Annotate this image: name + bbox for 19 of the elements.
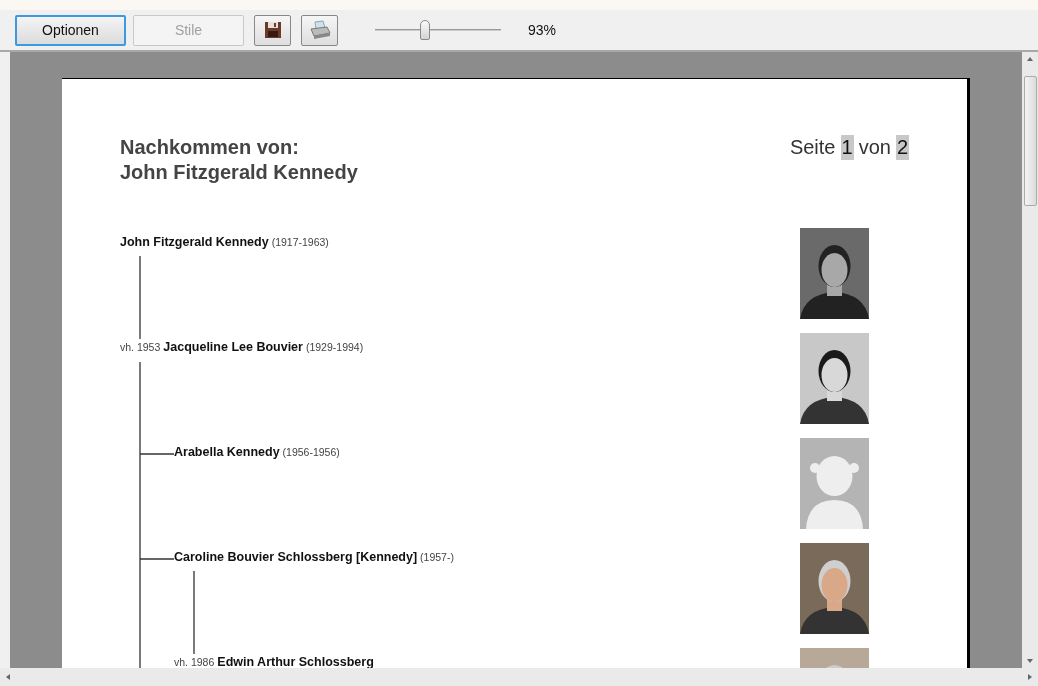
person-name: Edwin Arthur Schlossberg bbox=[217, 655, 374, 668]
person-name: John Fitzgerald Kennedy bbox=[120, 235, 269, 249]
page-label: Seite bbox=[789, 135, 836, 160]
marriage-date: vh. 1986 bbox=[174, 656, 215, 668]
page-title: Nachkommen von: bbox=[120, 135, 300, 160]
options-button[interactable]: Optionen bbox=[15, 14, 126, 46]
marriage-date: vh. 1953 bbox=[120, 341, 161, 353]
life-dates: (1956-1956) bbox=[282, 446, 340, 458]
person-name: Arabella Kennedy bbox=[174, 445, 280, 459]
life-dates: (1917-1963) bbox=[271, 236, 329, 248]
page-title: John Fitzgerald Kennedy bbox=[120, 160, 358, 185]
zoom-reading: 93% bbox=[528, 22, 557, 38]
total-pages-number: 2 bbox=[895, 135, 909, 160]
person-name: Jacqueline Lee Bouvier bbox=[163, 340, 303, 354]
life-dates: (1957-) bbox=[420, 551, 454, 563]
page-label: von bbox=[858, 135, 891, 160]
life-dates: (1929-1994) bbox=[305, 341, 364, 353]
current-page-number: 1 bbox=[840, 135, 854, 160]
person-name: Caroline Bouvier Schlossberg [Kennedy] bbox=[174, 550, 418, 564]
